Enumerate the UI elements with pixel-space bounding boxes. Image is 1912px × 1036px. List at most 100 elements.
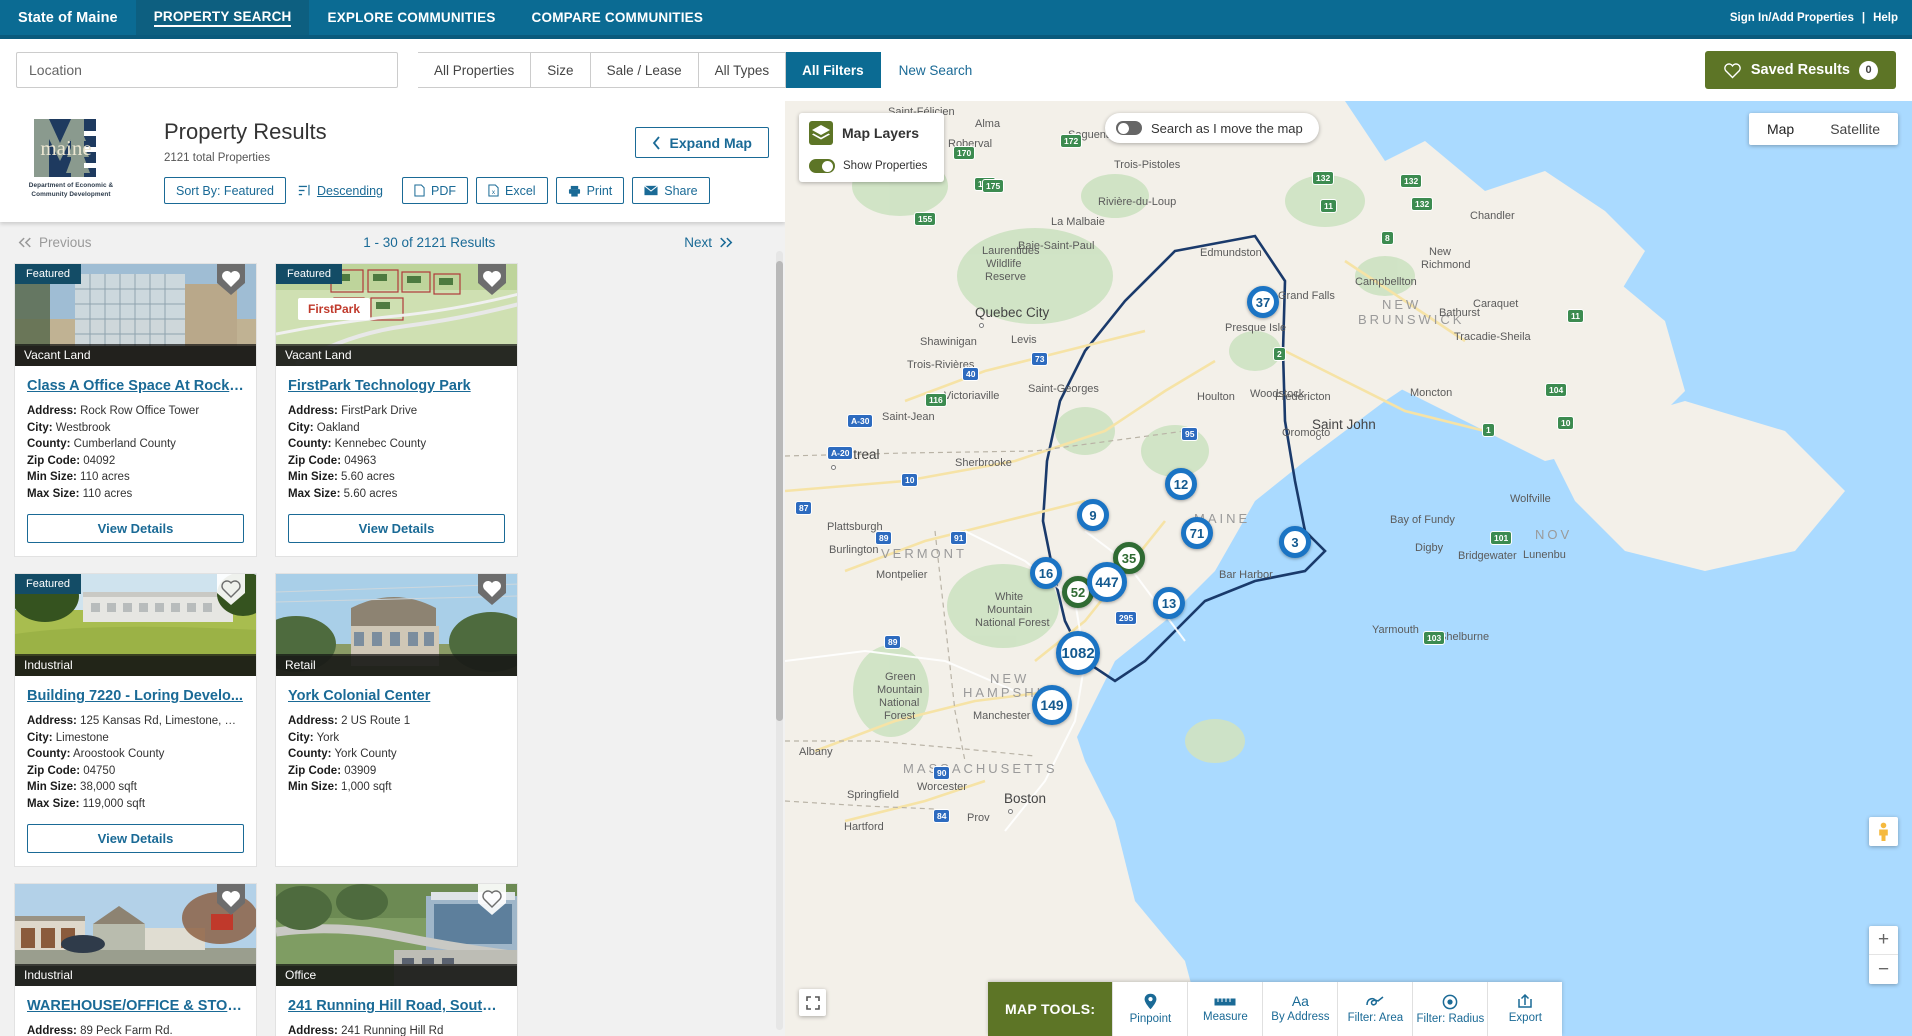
save-property-heart-icon[interactable] — [217, 264, 245, 297]
map-cluster-marker[interactable]: 1082 — [1056, 631, 1100, 675]
export-pdf-button[interactable]: PDF — [401, 177, 468, 204]
map-view-toggle[interactable]: Map Satellite — [1748, 113, 1898, 145]
save-property-heart-icon[interactable] — [478, 574, 506, 607]
sort-by-button[interactable]: Sort By: Featured — [164, 177, 286, 204]
view-details-button[interactable]: View Details — [27, 824, 244, 853]
street-view-pegman[interactable] — [1869, 817, 1898, 846]
new-search-link[interactable]: New Search — [899, 63, 973, 78]
map-view-satellite[interactable]: Satellite — [1812, 113, 1898, 145]
max-size-value: 119,000 sqft — [82, 797, 146, 810]
location-input[interactable] — [16, 52, 398, 88]
site-brand[interactable]: State of Maine — [0, 0, 136, 35]
map-tool-pinpoint[interactable]: Pinpoint — [1112, 982, 1187, 1036]
filter-sale-lease[interactable]: Sale / Lease — [590, 52, 699, 88]
property-card[interactable]: FirstPark Featured Vacant Land FirstPark… — [275, 263, 518, 557]
property-title-link[interactable]: York Colonial Center — [288, 688, 505, 704]
sign-in-link[interactable]: Sign In/Add Properties — [1730, 12, 1854, 24]
nav-explore-communities[interactable]: EXPLORE COMMUNITIES — [309, 0, 513, 35]
property-title-link[interactable]: Class A Office Space At Rock R... — [27, 378, 244, 394]
map-place-label: Springfield — [847, 789, 899, 801]
filter-all-properties[interactable]: All Properties — [418, 52, 532, 88]
field-address: Address: 125 Kansas Rd, Limestone, ME 0.… — [27, 713, 244, 730]
previous-page-button[interactable]: Previous — [18, 235, 92, 250]
map-place-label: Tracadie-Sheila — [1454, 331, 1531, 343]
search-as-i-move-control[interactable]: Search as I move the map — [1105, 113, 1319, 143]
print-button[interactable]: Print — [555, 177, 625, 204]
map-tools-label: MAP TOOLS: — [988, 982, 1113, 1036]
map-cluster-marker[interactable]: 9 — [1077, 499, 1109, 531]
double-chevron-left-icon — [18, 237, 31, 248]
card-body: Class A Office Space At Rock R... Addres… — [15, 366, 256, 556]
map-cluster-marker[interactable]: 13 — [1153, 587, 1185, 619]
nav-explore-communities-label: EXPLORE COMMUNITIES — [327, 10, 496, 25]
map-tool-measure[interactable]: Measure — [1187, 982, 1262, 1036]
map-view-map[interactable]: Map — [1749, 113, 1812, 145]
property-card[interactable]: Retail York Colonial Center Address: 2 U… — [275, 573, 518, 867]
map-layers-panel[interactable]: Map Layers Show Properties — [799, 113, 944, 182]
map-zoom-in-button[interactable]: + — [1869, 926, 1898, 955]
map-panel[interactable]: Saguenay Saint-Félicien Alma Roberval Trois-… — [785, 101, 1912, 1036]
property-title-link[interactable]: FirstPark Technology Park — [288, 378, 505, 394]
field-city: City: York — [288, 730, 505, 747]
address-value: 125 Kansas Rd, Limestone, ME 0... — [80, 715, 244, 727]
saved-results-button[interactable]: Saved Results 0 — [1704, 51, 1896, 89]
map-zoom-controls[interactable]: + − — [1869, 926, 1898, 984]
map-tool-filter-radius[interactable]: Filter: Radius — [1412, 982, 1487, 1036]
map-place-label: Laurentides — [982, 245, 1040, 257]
field-zip: Zip Code: 03909 — [288, 763, 505, 780]
filter-all-types[interactable]: All Types — [698, 52, 787, 88]
nav-property-search[interactable]: PROPERTY SEARCH — [135, 0, 310, 35]
map-fullscreen-button[interactable] — [799, 989, 826, 1016]
save-property-heart-icon[interactable] — [217, 574, 245, 607]
map-layers-header[interactable]: Map Layers — [799, 113, 944, 153]
show-properties-row[interactable]: Show Properties — [799, 153, 944, 182]
map-tool-by-address[interactable]: Aa By Address — [1262, 982, 1337, 1036]
show-properties-toggle[interactable] — [809, 159, 835, 173]
nav-compare-communities[interactable]: COMPARE COMMUNITIES — [514, 0, 722, 35]
pin-icon — [1144, 993, 1157, 1010]
map-cluster-marker[interactable]: 447 — [1087, 562, 1127, 602]
map-place-label: Wolfville — [1510, 493, 1551, 505]
save-property-heart-icon[interactable] — [217, 884, 245, 917]
map-cluster-marker[interactable]: 37 — [1247, 286, 1279, 318]
map-cluster-marker[interactable]: 149 — [1032, 685, 1072, 725]
map-zoom-out-button[interactable]: − — [1869, 955, 1898, 984]
maine-logo[interactable]: maine Department of Economic & Community… — [16, 113, 126, 204]
card-image: Retail — [276, 574, 517, 676]
property-card[interactable]: Featured Vacant Land Class A Office Spac… — [14, 263, 257, 557]
map-place-label: Trois-Pistoles — [1114, 159, 1181, 171]
map-tool-export[interactable]: Export — [1487, 982, 1562, 1036]
property-card[interactable]: Featured Industrial Building 7220 - Lori… — [14, 573, 257, 867]
results-scrollbar-thumb[interactable] — [776, 261, 783, 721]
heart-icon — [1724, 62, 1741, 78]
map-cluster-marker[interactable]: 71 — [1181, 517, 1213, 549]
help-link[interactable]: Help — [1873, 12, 1898, 24]
map-cluster-marker[interactable]: 12 — [1165, 468, 1197, 500]
property-card[interactable]: Office 241 Running Hill Road, South ... … — [275, 883, 518, 1036]
filter-size[interactable]: Size — [531, 52, 591, 88]
map-place-label: Saint John — [1312, 417, 1376, 432]
property-title-link[interactable]: 241 Running Hill Road, South ... — [288, 998, 505, 1014]
zip-value: 04750 — [83, 764, 116, 777]
save-property-heart-icon[interactable] — [478, 884, 506, 917]
property-type-badge: Vacant Land — [276, 344, 517, 366]
expand-map-button[interactable]: Expand Map — [634, 127, 769, 158]
map-cluster-marker[interactable]: 3 — [1279, 526, 1311, 558]
property-title-link[interactable]: WAREHOUSE/OFFICE & STOR... — [27, 998, 244, 1014]
map-tool-filter-area[interactable]: Filter: Area — [1337, 982, 1412, 1036]
view-details-button[interactable]: View Details — [288, 514, 505, 543]
share-button[interactable]: Share — [632, 177, 710, 204]
filter-all-filters[interactable]: All Filters — [786, 52, 881, 88]
save-property-heart-icon[interactable] — [478, 264, 506, 297]
map-cluster-marker[interactable]: 16 — [1030, 557, 1062, 589]
search-as-i-move-toggle[interactable] — [1116, 121, 1142, 135]
sort-direction-button[interactable]: Descending — [293, 177, 394, 204]
svg-text:maine: maine — [40, 136, 91, 160]
property-title-link[interactable]: Building 7220 - Loring Develo... — [27, 688, 244, 704]
next-page-button[interactable]: Next — [684, 235, 733, 250]
min-size-value: 110 acres — [80, 471, 130, 483]
field-zip: Zip Code: 04963 — [288, 453, 505, 470]
property-card[interactable]: Industrial WAREHOUSE/OFFICE & STOR... Ad… — [14, 883, 257, 1036]
export-excel-button[interactable]: x Excel — [475, 177, 548, 204]
view-details-button[interactable]: View Details — [27, 514, 244, 543]
